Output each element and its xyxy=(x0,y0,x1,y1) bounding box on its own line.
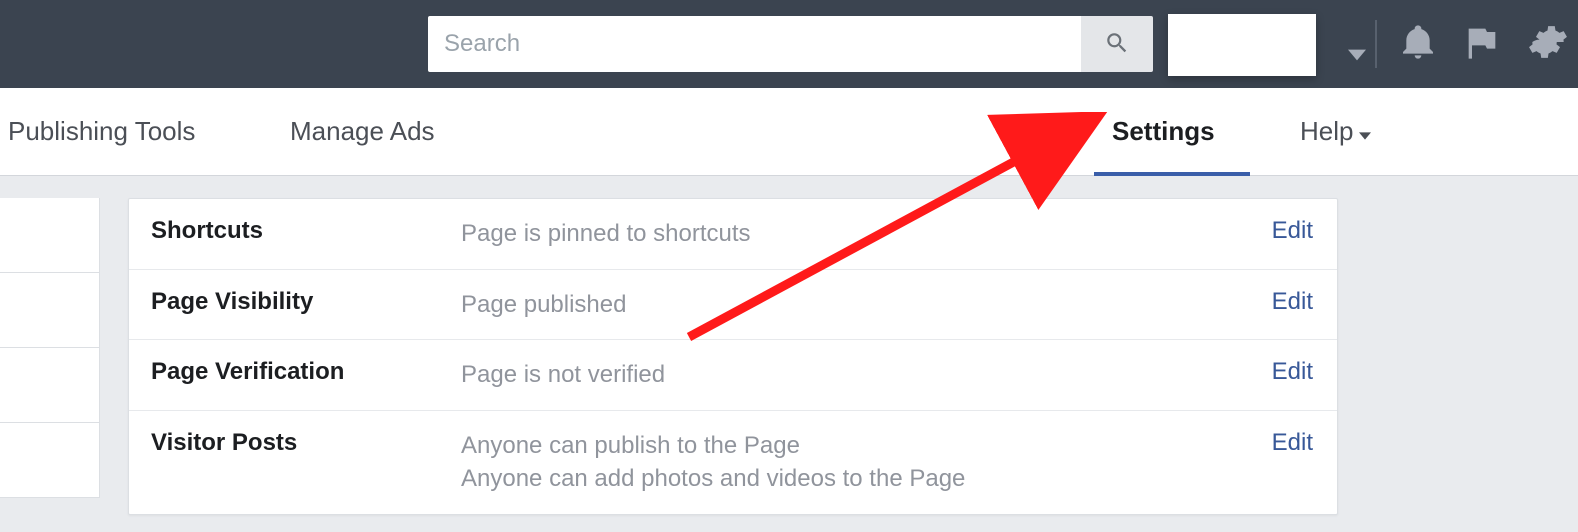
nav-help[interactable]: Help xyxy=(1300,116,1371,147)
sidebar-item-stub[interactable] xyxy=(0,348,100,423)
caret-down-icon xyxy=(1359,116,1371,147)
settings-row-value-line: Page is not verified xyxy=(461,358,1253,392)
settings-row-value: Anyone can publish to the PageAnyone can… xyxy=(461,429,1253,496)
edit-link[interactable]: Edit xyxy=(1253,288,1313,316)
flag-icon[interactable] xyxy=(1462,22,1502,67)
top-header xyxy=(0,0,1578,88)
sidebar-stub xyxy=(0,198,100,508)
sidebar-item-stub[interactable] xyxy=(0,273,100,348)
gear-icon[interactable] xyxy=(1528,22,1568,67)
edit-link[interactable]: Edit xyxy=(1253,358,1313,386)
settings-row-value: Page published xyxy=(461,288,1253,322)
edit-link[interactable]: Edit xyxy=(1253,217,1313,245)
nav-settings[interactable]: Settings xyxy=(1112,116,1215,147)
caret-down-icon[interactable] xyxy=(1348,48,1366,66)
search-button[interactable] xyxy=(1081,16,1153,72)
bell-icon[interactable] xyxy=(1398,22,1438,67)
settings-panel: ShortcutsPage is pinned to shortcutsEdit… xyxy=(128,198,1338,515)
body-area: ShortcutsPage is pinned to shortcutsEdit… xyxy=(0,176,1578,532)
settings-row-label: Page Verification xyxy=(151,358,461,386)
settings-row-label: Visitor Posts xyxy=(151,429,461,457)
settings-row-label: Shortcuts xyxy=(151,217,461,245)
settings-row-value-line: Anyone can add photos and videos to the … xyxy=(461,462,1253,496)
search-icon xyxy=(1104,30,1130,59)
settings-row-value-line: Page is pinned to shortcuts xyxy=(461,217,1253,251)
sidebar-item-stub[interactable] xyxy=(0,423,100,498)
nav-publishing-tools[interactable]: Publishing Tools xyxy=(8,116,195,147)
page-nav: Publishing Tools Manage Ads Settings Hel… xyxy=(0,88,1578,176)
settings-row: Page VisibilityPage publishedEdit xyxy=(129,270,1337,341)
settings-row-value-line: Page published xyxy=(461,288,1253,322)
nav-manage-ads[interactable]: Manage Ads xyxy=(290,116,435,147)
profile-box[interactable] xyxy=(1168,14,1316,76)
edit-link[interactable]: Edit xyxy=(1253,429,1313,457)
settings-row: Page VerificationPage is not verifiedEdi… xyxy=(129,340,1337,411)
sidebar-item-stub[interactable] xyxy=(0,198,100,273)
settings-row: Visitor PostsAnyone can publish to the P… xyxy=(129,411,1337,514)
search-input[interactable] xyxy=(428,16,1081,72)
nav-help-label: Help xyxy=(1300,116,1353,147)
search-bar xyxy=(428,16,1153,72)
settings-row-value-line: Anyone can publish to the Page xyxy=(461,429,1253,463)
settings-row: ShortcutsPage is pinned to shortcutsEdit xyxy=(129,199,1337,270)
settings-row-label: Page Visibility xyxy=(151,288,461,316)
divider xyxy=(1375,20,1377,68)
settings-row-value: Page is pinned to shortcuts xyxy=(461,217,1253,251)
settings-row-value: Page is not verified xyxy=(461,358,1253,392)
